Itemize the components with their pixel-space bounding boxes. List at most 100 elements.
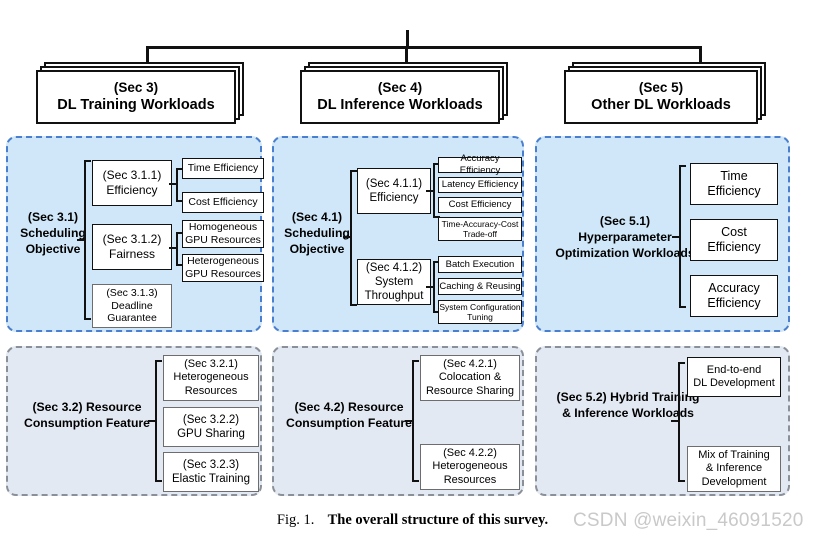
- leaf-system-configuration-tuning[interactable]: System Configuration Tuning: [438, 300, 522, 324]
- panel-sec3-1-title-l1: (Sec 3.1): [27, 210, 79, 224]
- bracket-arm-top: [679, 165, 686, 167]
- node-sec3-1-1[interactable]: (Sec 3.1.1) Efficiency: [92, 160, 172, 206]
- leaf-cost-efficiency-4-1-1[interactable]: Cost Efficiency: [438, 197, 522, 213]
- leaf-label-l2: Efficiency: [707, 296, 761, 310]
- bracket-arm-top: [678, 362, 685, 364]
- leaf-label-l1: Mix of Training: [698, 448, 770, 461]
- node-sec3-1-2[interactable]: (Sec 3.1.2) Fairness: [92, 224, 172, 270]
- node-sec4-1-1-l1: (Sec 4.1.1): [365, 177, 423, 190]
- bracket-stub: [169, 247, 176, 249]
- leaf-label-l2: & Inference: [705, 462, 763, 475]
- bracket-stub: [672, 236, 679, 238]
- leaf-label: Time Efficiency: [187, 162, 259, 175]
- bracket-arm-bottom: [678, 480, 685, 482]
- leaf-label: Caching & Reusing: [439, 280, 521, 292]
- leaf-heterogeneous-gpu-resources[interactable]: Heterogeneous GPU Resources: [182, 254, 264, 282]
- leaf-time-efficiency-3-1-1[interactable]: Time Efficiency: [182, 158, 264, 179]
- panel-sec4-1-title: (Sec 4.1) Scheduling Objective: [278, 210, 356, 258]
- leaf-label-l2: Heterogeneous: [432, 460, 508, 473]
- panel-sec4-2-title: (Sec 4.2) Resource Consumption Feature: [274, 400, 424, 432]
- leaf-latency-efficiency[interactable]: Latency Efficiency: [438, 177, 522, 193]
- leaf-accuracy-efficiency[interactable]: Accuracy Efficiency: [438, 153, 522, 176]
- leaf-label-l1: Time: [720, 168, 748, 183]
- leaf-label-l1: Homogeneous: [188, 221, 258, 234]
- bracket-stub: [405, 420, 412, 422]
- leaf-accuracy-efficiency-5-1[interactable]: Accuracy Efficiency: [690, 275, 778, 317]
- leaf-label-l1: System Configuration: [439, 301, 521, 312]
- leaf-label-l2: Colocation &: [438, 371, 502, 384]
- header-sec3-line1: (Sec 3): [113, 79, 159, 95]
- leaf-sec3-2-1[interactable]: (Sec 3.2.1) Heterogeneous Resources: [163, 355, 259, 401]
- bracket-stub: [148, 420, 155, 422]
- node-sec4-1-1[interactable]: (Sec 4.1.1) Efficiency: [357, 168, 431, 214]
- leaf-end-to-end-dl-development[interactable]: End-to-end DL Development: [687, 357, 781, 397]
- panel-sec3-2-title-l2: Resource: [85, 400, 142, 414]
- bracket-spine: [433, 261, 435, 313]
- header-sec5-line1: (Sec 5): [638, 79, 684, 95]
- bracket-arm-top: [412, 360, 419, 362]
- root-horizontal: [148, 46, 702, 49]
- leaf-cost-efficiency-5-1[interactable]: Cost Efficiency: [690, 219, 778, 261]
- node-sec4-1-1-l2: Efficiency: [369, 192, 419, 204]
- leaf-mix-of-training-inference-development[interactable]: Mix of Training & Inference Development: [687, 446, 781, 492]
- leaf-label-l3: Resources: [184, 384, 238, 397]
- leaf-label-l1: Cost: [721, 224, 747, 239]
- leaf-time-accuracy-cost-tradeoff[interactable]: Time-Accuracy-Cost Trade-off: [438, 217, 522, 241]
- leaf-label-l2: GPU Sharing: [177, 428, 245, 440]
- leaf-label-l1: (Sec 4.2.2): [443, 446, 497, 459]
- leaf-cost-efficiency-3-1-1[interactable]: Cost Efficiency: [182, 192, 264, 213]
- panel-sec3-1-title-l2: Scheduling: [20, 225, 86, 240]
- header-sec5-box[interactable]: (Sec 5) Other DL Workloads: [564, 70, 758, 124]
- leaf-label-l2: Efficiency: [707, 240, 761, 254]
- leaf-sec3-2-3[interactable]: (Sec 3.2.3) Elastic Training: [163, 452, 259, 492]
- leaf-label-l1: (Sec 4.2.1): [443, 357, 497, 370]
- leaf-label-l3: Development: [701, 475, 767, 488]
- node-sec3-1-1-l2: Efficiency: [106, 183, 158, 197]
- caption-number: Fig. 1.: [276, 512, 315, 528]
- node-sec3-1-3[interactable]: (Sec 3.1.3) Deadline Guarantee: [92, 284, 172, 328]
- leaf-homogeneous-gpu-resources[interactable]: Homogeneous GPU Resources: [182, 220, 264, 248]
- panel-sec4-1-title-l3: Objective: [289, 241, 345, 256]
- csdn-watermark: CSDN @weixin_46091520: [573, 510, 804, 531]
- panel-sec5-1-title-l1: (Sec 5.1): [599, 214, 651, 228]
- node-sec3-1-3-l1: (Sec 3.1.3): [106, 286, 158, 299]
- leaf-label-l1: (Sec 3.2.2): [182, 413, 240, 426]
- caption-title: The overall structure of this survey.: [327, 512, 549, 528]
- bracket-arm-top: [84, 160, 91, 162]
- panel-sec4-2-title-l2: Resource: [347, 400, 404, 414]
- leaf-label-l3: Resource Sharing: [425, 384, 515, 397]
- bracket-stub: [77, 239, 84, 241]
- leaf-caching-reusing[interactable]: Caching & Reusing: [438, 278, 522, 295]
- panel-sec4-2-title-l3: Consumption Feature: [286, 415, 412, 430]
- panel-sec4-2-title-l1: (Sec 4.2): [294, 400, 345, 414]
- node-sec3-1-2-l1: (Sec 3.1.2): [102, 232, 162, 247]
- leaf-label-l1: (Sec 3.2.3): [182, 458, 240, 471]
- leaf-batch-execution[interactable]: Batch Execution: [438, 256, 522, 273]
- bracket-spine: [176, 232, 178, 266]
- leaf-label-l1: Accuracy: [708, 280, 760, 295]
- bracket-spine: [679, 165, 681, 308]
- leaf-sec3-2-2[interactable]: (Sec 3.2.2) GPU Sharing: [163, 407, 259, 447]
- header-sec5-line2: Other DL Workloads: [591, 97, 731, 114]
- panel-sec5-2-title-l2: Hybrid: [610, 390, 649, 404]
- root-stem: [406, 30, 409, 47]
- leaf-sec4-2-2[interactable]: (Sec 4.2.2) Heterogeneous Resources: [420, 444, 520, 490]
- node-sec4-1-2-l3: Throughput: [364, 290, 424, 302]
- header-sec3-box[interactable]: (Sec 3) DL Training Workloads: [36, 70, 236, 124]
- bracket-arm-bottom: [679, 306, 686, 308]
- bracket-arm-top: [350, 170, 357, 172]
- panel-sec4-1-title-l1: (Sec 4.1): [291, 210, 343, 224]
- node-sec4-1-2-l2: System: [374, 275, 414, 288]
- panel-sec5-2-title: (Sec 5.2) Hybrid Training & Inference Wo…: [553, 390, 703, 422]
- leaf-label-l1: Time-Accuracy-Cost: [441, 218, 519, 229]
- leaf-sec4-2-1[interactable]: (Sec 4.2.1) Colocation & Resource Sharin…: [420, 355, 520, 401]
- figure-canvas: (Sec 3) DL Training Workloads (Sec 4) DL…: [0, 0, 825, 541]
- bracket-spine: [84, 160, 86, 319]
- node-sec4-1-2[interactable]: (Sec 4.1.2) System Throughput: [357, 259, 431, 305]
- header-sec4-box[interactable]: (Sec 4) DL Inference Workloads: [300, 70, 500, 124]
- bracket-spine: [350, 170, 352, 306]
- leaf-label-l1: (Sec 3.2.1): [184, 357, 238, 370]
- bracket-arm-bottom: [84, 318, 91, 320]
- leaf-time-efficiency-5-1[interactable]: Time Efficiency: [690, 163, 778, 205]
- leaf-label-l2: Tuning: [467, 312, 493, 322]
